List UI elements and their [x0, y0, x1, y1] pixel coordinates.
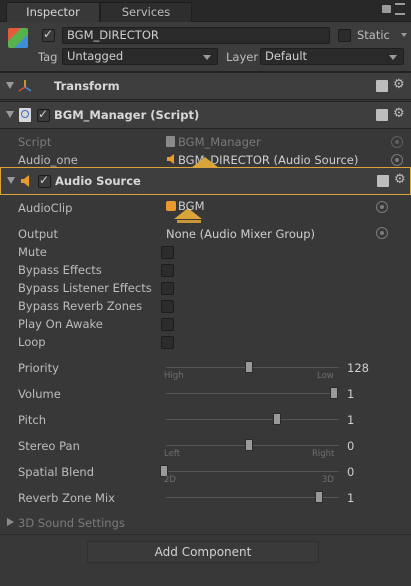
volume-slider-track[interactable] — [166, 393, 339, 394]
audio-source-component-header[interactable]: Audio Source ⚙ — [0, 167, 411, 195]
mute-label: Mute — [18, 245, 47, 259]
tag-dropdown[interactable]: Untagged — [62, 48, 218, 65]
lock-icon[interactable] — [382, 5, 391, 13]
object-header: BGM_DIRECTOR Static Tag Untagged Layer D… — [0, 22, 411, 72]
loop-checkbox[interactable] — [161, 336, 174, 349]
audioclip-asset-icon — [166, 201, 176, 211]
bgm-manager-component-header[interactable]: BGM_Manager (Script) ⚙ — [0, 101, 411, 129]
speaker-icon — [166, 154, 176, 164]
script-asset-icon — [166, 136, 175, 147]
spatial-blend-max-label: 3D — [322, 475, 334, 485]
output-object-picker-icon[interactable] — [376, 227, 388, 239]
audioclip-field[interactable]: BGM — [164, 199, 372, 216]
bypass-reverb-zones-label: Bypass Reverb Zones — [18, 299, 143, 313]
stereo-pan-min-label: Left — [164, 449, 180, 459]
pitch-slider-track[interactable] — [166, 419, 339, 420]
transform-foldout-arrow[interactable] — [6, 82, 14, 89]
loop-label: Loop — [18, 335, 46, 349]
audio-source-speaker-icon — [20, 175, 32, 187]
drag-highlight-bar — [177, 220, 201, 223]
object-name-field[interactable]: BGM_DIRECTOR — [62, 27, 330, 44]
spatial-blend-label: Spatial Blend — [18, 465, 94, 479]
tag-label: Tag — [38, 50, 58, 64]
audio-source-title: Audio Source — [55, 174, 141, 188]
priority-max-label: Low — [317, 371, 334, 381]
tab-bar: Inspector Services — [0, 0, 411, 22]
spatial-blend-slider-track[interactable] — [166, 471, 339, 472]
audio-source-settings-gear-icon[interactable]: ⚙ — [394, 173, 406, 186]
audio-source-foldout-arrow[interactable] — [7, 177, 15, 184]
priority-value[interactable]: 128 — [347, 361, 369, 375]
static-checkbox[interactable] — [338, 29, 351, 42]
add-component-button[interactable]: Add Component — [87, 541, 319, 563]
script-object-picker-icon — [391, 136, 403, 148]
audio-source-reference-icon[interactable] — [377, 175, 389, 187]
script-label: Script — [18, 135, 52, 149]
stereo-pan-label: Stereo Pan — [18, 439, 80, 453]
bgm-manager-reference-icon[interactable] — [376, 109, 388, 121]
divider — [0, 534, 411, 535]
volume-value[interactable]: 1 — [347, 387, 354, 401]
transform-axes-icon — [18, 79, 32, 93]
bypass-listener-effects-label: Bypass Listener Effects — [18, 281, 152, 295]
audioclip-value: BGM — [178, 199, 205, 213]
transform-title: Transform — [54, 79, 120, 93]
stereo-pan-value[interactable]: 0 — [347, 439, 354, 453]
script-file-icon — [19, 108, 31, 122]
inspector-window: Inspector Services BGM_DIRECTOR Static T… — [0, 0, 411, 586]
spatial-blend-value[interactable]: 0 — [347, 465, 354, 479]
play-on-awake-checkbox[interactable] — [161, 318, 174, 331]
bgm-manager-title: BGM_Manager (Script) — [54, 108, 200, 122]
layer-label: Layer — [226, 50, 259, 64]
bgm-manager-enabled-checkbox[interactable] — [37, 107, 50, 122]
stereo-pan-max-label: Right — [312, 449, 335, 459]
static-label: Static — [357, 28, 390, 42]
reverb-zone-mix-slider-thumb[interactable] — [315, 491, 323, 503]
bypass-effects-label: Bypass Effects — [18, 263, 102, 277]
transform-settings-gear-icon[interactable]: ⚙ — [393, 78, 405, 91]
volume-slider-thumb[interactable] — [330, 387, 338, 399]
tab-inspector[interactable]: Inspector — [6, 2, 100, 22]
mute-checkbox[interactable] — [161, 246, 174, 259]
pitch-label: Pitch — [18, 413, 46, 427]
bgm-manager-settings-gear-icon[interactable]: ⚙ — [393, 107, 405, 120]
volume-label: Volume — [18, 387, 61, 401]
output-label: Output — [18, 227, 58, 241]
priority-slider-thumb[interactable] — [245, 361, 253, 373]
audio-source-enabled-checkbox[interactable] — [38, 173, 51, 188]
menu-icon[interactable] — [395, 3, 405, 15]
reverb-zone-mix-label: Reverb Zone Mix — [18, 491, 115, 505]
bypass-effects-checkbox[interactable] — [161, 264, 174, 277]
transform-reference-icon[interactable] — [376, 80, 388, 92]
3d-sound-settings-label[interactable]: 3D Sound Settings — [18, 516, 125, 530]
reverb-zone-mix-slider-track[interactable] — [166, 497, 339, 498]
layer-dropdown[interactable]: Default — [260, 48, 404, 65]
priority-label: Priority — [18, 361, 59, 375]
active-toggle-checkbox[interactable] — [42, 27, 55, 42]
gameobject-cube-icon — [8, 28, 28, 48]
audio-one-object-picker-icon[interactable] — [391, 154, 403, 166]
tab-services[interactable]: Services — [100, 2, 192, 22]
bypass-listener-effects-checkbox[interactable] — [161, 282, 174, 295]
play-on-awake-label: Play On Awake — [18, 317, 103, 331]
transform-component-header[interactable]: Transform ⚙ — [0, 72, 411, 100]
3d-sound-settings-foldout-arrow[interactable] — [7, 518, 14, 526]
pitch-slider-thumb[interactable] — [273, 413, 281, 425]
static-dropdown-arrow-icon[interactable] — [401, 33, 407, 37]
stereo-pan-slider-thumb[interactable] — [245, 439, 253, 451]
audio-one-label: Audio_one — [18, 153, 78, 167]
audioclip-object-picker-icon[interactable] — [376, 201, 388, 213]
spatial-blend-min-label: 2D — [164, 475, 176, 485]
pitch-value[interactable]: 1 — [347, 413, 354, 427]
bypass-reverb-zones-checkbox[interactable] — [161, 300, 174, 313]
output-field[interactable]: None (Audio Mixer Group) — [166, 227, 315, 241]
priority-min-label: High — [164, 371, 184, 381]
script-value: BGM_Manager — [178, 135, 261, 149]
audioclip-label: AudioClip — [18, 201, 73, 215]
reverb-zone-mix-value[interactable]: 1 — [347, 491, 354, 505]
bgm-manager-foldout-arrow[interactable] — [6, 111, 14, 118]
